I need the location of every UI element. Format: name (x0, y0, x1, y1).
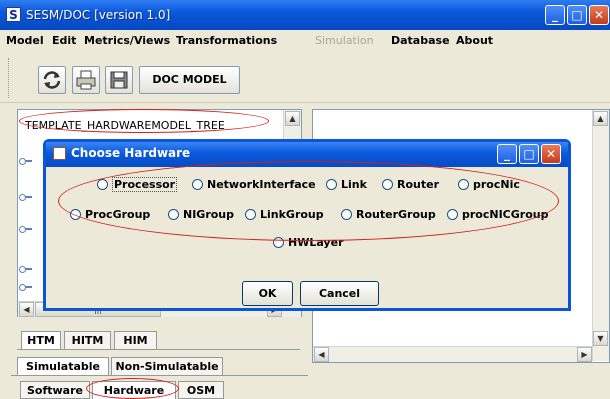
scroll-left-icon[interactable]: ◀ (19, 302, 34, 317)
print-button[interactable] (72, 66, 100, 94)
dialog-title: Choose Hardware (71, 146, 191, 160)
tree-node-handle[interactable] (19, 266, 32, 273)
scroll-down-icon[interactable]: ▼ (593, 331, 608, 346)
refresh-button[interactable] (38, 66, 66, 94)
tree-node-handle[interactable] (19, 284, 32, 291)
tab-non-simulatable[interactable]: Non-Simulatable (111, 357, 223, 375)
window-title: SESM/DOC [version 1.0] (26, 8, 171, 22)
menu-database[interactable]: Database (391, 34, 450, 47)
save-icon (110, 71, 128, 89)
tab-simulatable[interactable]: Simulatable (17, 357, 109, 375)
annotation-ellipse-tree-root (19, 109, 269, 133)
toolbar-grip (8, 58, 12, 98)
close-button[interactable]: ✕ (589, 5, 609, 25)
scroll-up-icon[interactable]: ▲ (593, 111, 608, 126)
menu-transformations[interactable]: Transformations (176, 34, 277, 47)
tab-htm[interactable]: HTM (21, 331, 61, 349)
annotation-ellipse-hardware-tab (86, 378, 179, 399)
menu-metrics-views[interactable]: Metrics/Views (84, 34, 170, 47)
tree-node-handle[interactable] (19, 194, 32, 201)
annotation-ellipse-options (58, 161, 559, 241)
scroll-right-icon[interactable]: ▶ (577, 347, 592, 362)
cancel-button[interactable]: Cancel (300, 281, 379, 306)
menu-about[interactable]: About (456, 34, 493, 47)
app-icon: S (6, 7, 21, 22)
tree-node-handle[interactable] (19, 158, 32, 165)
view-horizontal-scrollbar[interactable]: ◀ ▶ (313, 346, 592, 362)
save-button[interactable] (105, 66, 133, 94)
dialog-minimize-button[interactable]: _ (497, 144, 517, 164)
maximize-button[interactable]: □ (567, 5, 587, 25)
menu-edit[interactable]: Edit (52, 34, 76, 47)
divider (17, 349, 300, 350)
refresh-icon (43, 71, 61, 89)
minimize-button[interactable]: _ (545, 5, 565, 25)
tab-osm[interactable]: OSM (178, 381, 224, 399)
tree-node-handle[interactable] (19, 226, 32, 233)
scroll-left-icon[interactable]: ◀ (314, 347, 329, 362)
tab-hitm[interactable]: HITM (64, 331, 111, 349)
divider (11, 375, 308, 376)
doc-model-button[interactable]: DOC MODEL (139, 66, 240, 94)
menu-simulation: Simulation (315, 34, 374, 47)
dialog-maximize-button[interactable]: □ (519, 144, 539, 164)
model-tab-strip: HTM HITM HIM (17, 331, 300, 349)
ok-button[interactable]: OK (242, 281, 293, 306)
menu-bar: Model Edit Metrics/Views Transformations… (0, 30, 610, 50)
scroll-up-icon[interactable]: ▲ (285, 111, 300, 126)
view-vertical-scrollbar[interactable]: ▲ ▼ (592, 110, 609, 361)
menu-model[interactable]: Model (6, 34, 44, 47)
print-icon (76, 70, 96, 90)
dialog-close-button[interactable]: ✕ (541, 144, 561, 164)
java-cup-icon (53, 147, 66, 160)
tab-software[interactable]: Software (20, 381, 90, 399)
tab-him[interactable]: HIM (114, 331, 157, 349)
